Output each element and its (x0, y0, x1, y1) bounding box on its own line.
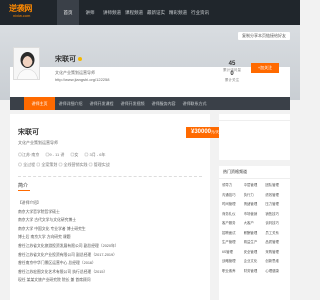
sidebar-ad-title (219, 114, 290, 121)
intro-section-title: 简介 (18, 183, 29, 189)
hot-channel-link[interactable]: 中层管理 (244, 182, 266, 187)
hot-channel-link[interactable]: 财务管理 (244, 268, 266, 273)
hot-channel-link[interactable]: 招聘面试 (222, 230, 244, 235)
hot-channel-card: 热门资格频道 领导力 中层管理 团队管理沟通技巧 执行力 绩效管理时间管理 情绪管理 压力管… (219, 166, 290, 300)
intro-line: 现任 某某文旅产业研究院 院长 兼 首席顾问 (18, 278, 91, 283)
hot-channel-link[interactable]: 大客户 (244, 220, 266, 225)
nav-home[interactable]: 首页 (57, 0, 79, 25)
intro-line: 曾任江苏宏图文化艺术有限公司 执行总经理（2015） (18, 269, 108, 274)
intro-line: 曾任南京中华门景区运营中心 总经理（2016） (18, 261, 96, 266)
main-meta: ◎江苏·南京 ◎9 - 11 讲 ◎女 ◎ 3月 - 6年 (18, 152, 106, 158)
site-logo[interactable]: 逆袭网 nixiw.com (9, 3, 47, 22)
meta-lectures: ◎9 - 11 讲 (45, 152, 65, 157)
lecturer-motto: 文化产业策划运营导师 (55, 70, 95, 75)
intro-line: 【讲师介绍】 (18, 201, 41, 205)
hot-channel-link[interactable]: 员工关系 (265, 230, 287, 235)
nav-course-channel[interactable]: 课程频道 (123, 0, 145, 25)
hot-channel-link[interactable]: 客户服务 (222, 220, 244, 225)
hot-channel-link[interactable]: 薪酬管理 (244, 230, 266, 235)
hot-channel-link[interactable]: 品质管理 (265, 239, 287, 244)
sidebar-ad-card (219, 114, 290, 160)
hot-channel-link[interactable]: 压力管理 (265, 201, 287, 206)
hot-channel-link[interactable]: 情绪管理 (244, 201, 266, 206)
profile-tabs: 讲师主页 讲师详细介绍 讲师开发课程 讲师开发视频 讲师服务内容 讲师联系方式 (10, 97, 290, 110)
stat-follows: 0 累计关注 (221, 71, 243, 83)
hot-channel-link[interactable]: 采购管理 (265, 249, 287, 254)
hot-channel-link[interactable]: 生产管理 (222, 239, 244, 244)
divider (18, 176, 202, 177)
nav-news[interactable]: 行业资讯 (189, 0, 211, 25)
nav-featured[interactable]: 精彩频道 (167, 0, 189, 25)
hot-channel-link[interactable]: 安全管理 (244, 249, 266, 254)
hot-channel-link[interactable]: 绩效管理 (265, 192, 287, 197)
logo-subtext: nixiw.com (13, 13, 31, 18)
lecturer-main-panel: 宋联可 文化产业策划运营导师 ◎江苏·南京 ◎9 - 11 讲 ◎女 ◎ 3月 … (10, 114, 224, 300)
hot-channel-link[interactable]: 谈判技巧 (265, 220, 287, 225)
lecturer-name: 宋联可 (55, 54, 82, 64)
tab-videos[interactable]: 讲师开发视频 (117, 97, 148, 110)
follow-button[interactable]: +加关注 (251, 63, 279, 73)
intro-line: 曾任江苏省文化旅游投资发展有限公司 副总经理（2020年） (18, 243, 119, 248)
lecturer-name-text: 宋联可 (55, 56, 76, 63)
intro-text: 【讲师介绍】 南京大学哲学院哲学硕士 南京大学 古代文学与文化研究博士 南京大学… (18, 199, 204, 285)
meta-location: ◎江苏·南京 (18, 152, 40, 157)
hot-channel-link[interactable]: 销售技巧 (265, 211, 287, 216)
avatar (13, 47, 40, 80)
main-subtitle: 文化产业策划运营导师 (18, 140, 58, 145)
tab-courses[interactable]: 讲师开发课程 (86, 97, 117, 110)
section-accent-bar (18, 190, 30, 191)
main-tags: ◎ 全过程 ◎ 全案策划 ◎ 全线营销实践 ◎ 管理实战 (18, 162, 110, 167)
hot-channel-link[interactable]: 沟通技巧 (222, 192, 244, 197)
hot-channel-link[interactable]: 企业文化 (244, 258, 266, 263)
hot-channel-link[interactable]: 领导力 (222, 182, 244, 187)
intro-line: 博士后 南京大学 方向研究 课题 (18, 235, 71, 240)
stat-visits-number: 45 (228, 61, 236, 67)
tab-contact[interactable]: 讲师联系方式 (179, 97, 210, 110)
main-title: 宋联可 (18, 129, 39, 136)
hot-channel-link[interactable]: 战略管理 (222, 258, 244, 263)
profile-card (10, 67, 290, 97)
hot-channel-link[interactable]: 心理健康 (265, 268, 287, 273)
hot-channel-link[interactable]: 执行力 (244, 192, 266, 197)
hot-channel-link[interactable]: 商务礼仪 (222, 211, 244, 216)
intro-line: 南京大学 中国文化 专业学者 博士研究生 (18, 226, 86, 231)
hot-channel-title: 热门资格频道 (219, 166, 290, 179)
hot-channel-link[interactable]: 时间管理 (222, 201, 244, 206)
tab-spacer (10, 97, 24, 110)
hot-channel-link[interactable]: 精益生产 (244, 239, 266, 244)
tab-services[interactable]: 讲师服务内容 (148, 97, 179, 110)
main-nav: 首页 讲师 讲师频道 课程频道 最新证实 精彩频道 行业资讯 (57, 0, 211, 25)
price-unit: 元/天 (211, 130, 219, 134)
nav-lecturer-channel[interactable]: 讲师频道 (101, 0, 123, 25)
meta-gender: ◎女 (70, 152, 79, 157)
hot-channel-link[interactable]: 创新思维 (265, 258, 287, 263)
intro-line: 南京大学 古代文学与文化研究博士 (18, 218, 77, 223)
price-value: ¥30000 (190, 129, 212, 135)
meta-experience: ◎ 3月 - 6年 (84, 152, 106, 157)
verified-badge-icon (78, 57, 82, 62)
hot-channel-link[interactable]: 职业素养 (222, 268, 244, 273)
hot-channel-list: 领导力 中层管理 团队管理沟通技巧 执行力 绩效管理时间管理 情绪管理 压力管理商务礼仪 市场… (219, 179, 290, 273)
stat-follows-number: 0 (230, 71, 234, 77)
sidebar: 热门资格频道 领导力 中层管理 团队管理沟通技巧 执行力 绩效管理时间管理 情绪管理 压力管… (219, 114, 290, 300)
intro-line: 曾任江苏省文化产业投资有限公司 副总经理（2017-2019） (18, 252, 117, 257)
nav-lecturers[interactable]: 讲师 (79, 0, 101, 25)
tab-home[interactable]: 讲师主页 (24, 97, 55, 110)
share-link-button[interactable]: 复制分享本页链接给好友 (238, 32, 290, 40)
tab-detail[interactable]: 讲师详细介绍 (55, 97, 86, 110)
hot-channel-link[interactable]: 6S管理 (222, 249, 244, 254)
intro-line: 南京大学哲学院哲学硕士 (18, 209, 60, 214)
nav-latest[interactable]: 最新证实 (145, 0, 167, 25)
hot-channel-link[interactable]: 市场营销 (244, 211, 266, 216)
top-navbar: 逆袭网 nixiw.com 首页 讲师 讲师频道 课程频道 最新证实 精彩频道 … (0, 0, 300, 25)
hot-channel-link[interactable]: 团队管理 (265, 182, 287, 187)
stat-follows-label: 累计关注 (224, 78, 240, 82)
lecturer-url[interactable]: http://www.jiangshi.org/122258 (55, 77, 109, 82)
